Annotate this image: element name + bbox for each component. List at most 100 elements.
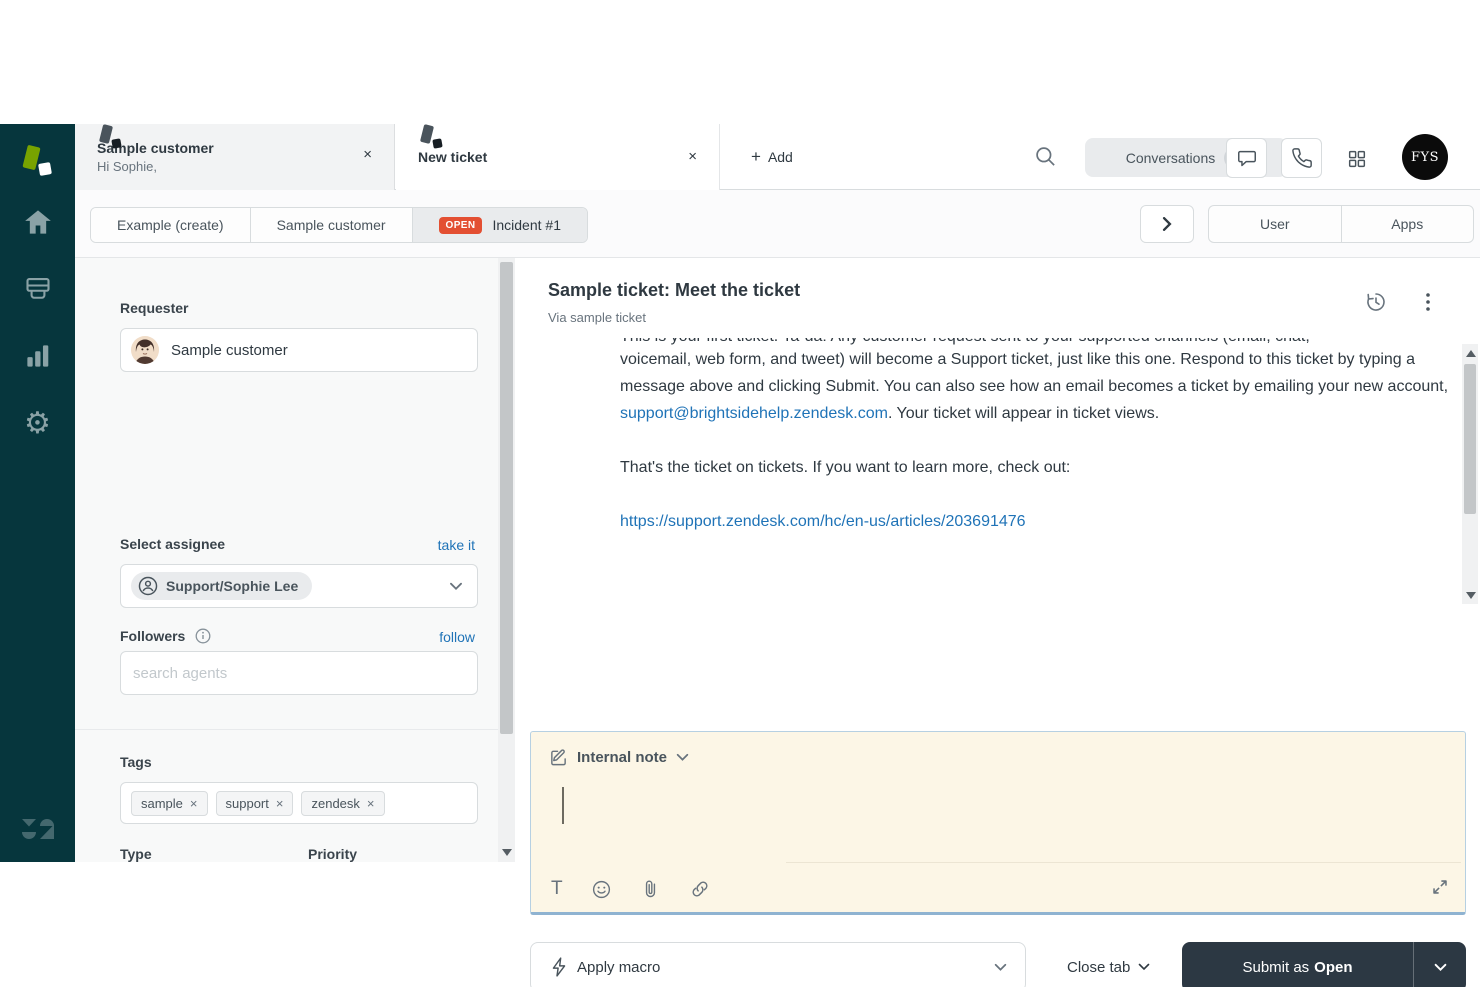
apps-grid-button[interactable] [1338, 142, 1376, 176]
nav-admin[interactable]: ⚙ [0, 407, 75, 441]
priority-label: Priority [308, 846, 357, 862]
tags-label: Tags [120, 754, 152, 770]
close-tab-icon[interactable]: × [363, 146, 372, 163]
conversations-label: Conversations [1126, 150, 1216, 166]
tab-apps[interactable]: Apps [1341, 206, 1474, 242]
chevron-right-icon [1161, 217, 1173, 231]
channel-label: Internal note [577, 749, 667, 766]
ticket-tab-new-ticket[interactable]: New ticket × [396, 124, 720, 190]
history-icon [1364, 290, 1388, 314]
message-text: . Your ticket will appear in ticket view… [888, 405, 1159, 422]
info-icon [195, 628, 211, 644]
section-divider [75, 729, 498, 730]
tag-chip[interactable]: support × [216, 791, 294, 816]
followers-field[interactable]: search agents [120, 651, 478, 695]
nav-views[interactable] [0, 273, 75, 305]
submit-button-group: Submit as Open [1182, 942, 1466, 987]
text-cursor [562, 787, 564, 824]
scrollbar-thumb[interactable] [500, 262, 513, 734]
channel-selector[interactable]: Internal note [549, 748, 689, 767]
tag-label: support [226, 796, 269, 811]
tag-chip[interactable]: sample× [131, 791, 208, 816]
scrollbar-thumb[interactable] [1464, 364, 1476, 514]
ticket-options-button[interactable] [1418, 290, 1438, 314]
type-label: Type [120, 846, 152, 862]
remove-tag-icon[interactable]: × [276, 796, 284, 811]
followers-label-text: Followers [120, 628, 185, 644]
insert-link-button[interactable] [689, 878, 711, 900]
scroll-down-button[interactable] [498, 844, 515, 860]
submit-options-button[interactable] [1414, 942, 1466, 987]
app-window: ⚙ Sample customer Hi Sophie, × [0, 124, 1480, 862]
help-article-link[interactable]: https://support.zendesk.com/hc/en-us/art… [620, 513, 1026, 530]
remove-tag-icon[interactable]: × [367, 796, 375, 811]
breadcrumb-item-current-ticket[interactable]: OPEN Incident #1 [413, 208, 587, 242]
views-icon [24, 276, 52, 302]
breadcrumb-item-brand[interactable]: Example (create) [91, 208, 251, 242]
search-button[interactable] [1033, 144, 1061, 172]
scroll-down-button[interactable] [1462, 587, 1479, 603]
ticket-title: Sample ticket: Meet the ticket [548, 280, 800, 301]
product-logo [0, 140, 75, 180]
chevron-down-icon [1138, 963, 1150, 971]
tag-label: zendesk [311, 796, 359, 811]
macro-lightning-icon [551, 957, 567, 977]
take-it-link[interactable]: take it [438, 537, 475, 553]
message-paragraph: That's the ticket on tickets. If you wan… [620, 454, 1460, 481]
status-badge: OPEN [439, 217, 483, 234]
conversation-scrollbar[interactable] [1462, 344, 1478, 604]
support-email-link[interactable]: support@brightsidehelp.zendesk.com [620, 405, 888, 422]
add-label: Add [768, 149, 793, 165]
phone-icon [1291, 147, 1313, 169]
assignee-label: Select assignee [120, 536, 225, 552]
tab-user[interactable]: User [1209, 206, 1341, 242]
chevron-down-icon [1434, 963, 1447, 972]
text-format-button[interactable]: T [551, 878, 563, 900]
remove-tag-icon[interactable]: × [190, 796, 198, 811]
breadcrumb: Example (create) Sample customer OPEN In… [90, 207, 588, 243]
apply-macro-button[interactable]: Apply macro [530, 942, 1026, 987]
conversation-pane: Sample ticket: Meet the ticket Via sampl… [515, 258, 1480, 862]
attachment-button[interactable] [640, 879, 661, 900]
nav-reporting[interactable] [0, 340, 75, 372]
ticket-properties-panel: Requester Sample customer Select assigne… [75, 258, 515, 862]
close-tab-label: Close tab [1067, 959, 1130, 976]
nav-home[interactable] [0, 206, 75, 238]
emoji-button[interactable] [591, 879, 612, 900]
ticket-tab-sample-customer[interactable]: Sample customer Hi Sophie, × [75, 124, 395, 190]
ticket-context-bar: Example (create) Sample customer OPEN In… [75, 190, 1480, 258]
agent-icon [137, 575, 159, 597]
resize-composer-icon[interactable] [1429, 876, 1451, 898]
breadcrumb-item-requester[interactable]: Sample customer [251, 208, 413, 242]
call-button[interactable] [1281, 138, 1322, 178]
clipped-message-line: This is your first ticket. Ta-da! Any cu… [620, 338, 1460, 346]
scroll-up-button[interactable] [1462, 345, 1479, 361]
submit-as-open-button[interactable]: Submit as Open [1182, 942, 1414, 987]
emoji-icon [591, 879, 612, 900]
apply-macro-label: Apply macro [577, 959, 660, 976]
collapse-context-panel-button[interactable] [1140, 205, 1194, 243]
chat-bubble-icon [1236, 147, 1258, 169]
link-icon [689, 878, 711, 900]
user-avatar[interactable]: FYS [1402, 134, 1448, 180]
triangle-down-icon [1466, 592, 1476, 599]
requester-field[interactable]: Sample customer [120, 328, 478, 372]
chat-button[interactable] [1226, 138, 1267, 178]
tags-field[interactable]: sample× support × zendesk × [120, 782, 478, 824]
support-product-icon [25, 145, 51, 175]
chevron-down-icon [994, 963, 1007, 972]
followers-placeholder: search agents [133, 665, 227, 682]
assignee-select[interactable]: Support/Sophie Lee [120, 564, 478, 608]
ticket-icon [422, 124, 442, 148]
top-bar: Sample customer Hi Sophie, × New ticket … [75, 124, 1480, 190]
close-tab-button[interactable]: Close tab [1053, 942, 1164, 987]
requester-label: Requester [120, 300, 188, 316]
follow-link[interactable]: follow [439, 629, 475, 645]
tag-chip[interactable]: zendesk × [301, 791, 384, 816]
add-tab-button[interactable]: + Add [737, 124, 807, 190]
internal-note-composer[interactable]: Internal note T [530, 731, 1466, 915]
context-panel-switcher: User Apps [1208, 205, 1474, 243]
panel-scrollbar[interactable] [498, 258, 515, 862]
ticket-events-button[interactable] [1364, 290, 1388, 314]
close-tab-icon[interactable]: × [688, 148, 697, 165]
